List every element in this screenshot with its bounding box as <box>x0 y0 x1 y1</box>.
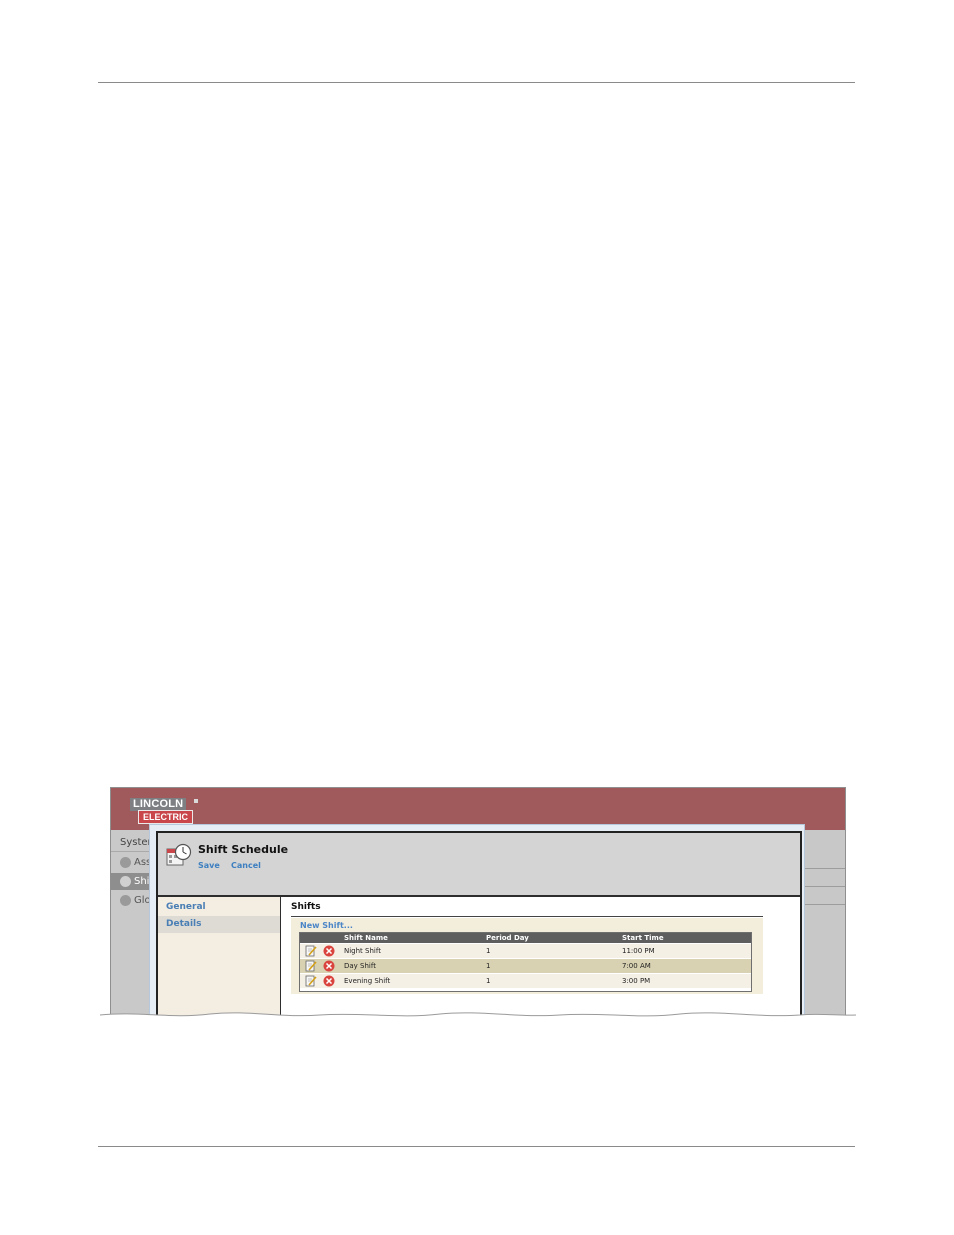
background-content-edge <box>799 830 845 1020</box>
shifts-section: Shifts New Shift... Shift Name Period Da… <box>281 897 800 1020</box>
sidebar-item-shifts[interactable]: Shi <box>111 873 151 890</box>
dialog-header: Shift Schedule Save Cancel <box>158 833 800 897</box>
shifts-table: Shift Name Period Day Start Time Night S… <box>299 932 752 992</box>
edit-icon[interactable] <box>305 960 317 972</box>
sidebar-item-global[interactable]: Glo <box>111 892 151 909</box>
nav-item-general[interactable]: General <box>158 899 280 916</box>
cell-period-day: 1 <box>486 962 491 970</box>
logo-mark <box>194 799 198 803</box>
calendar-clock-icon <box>166 843 192 866</box>
page-header-rule <box>98 82 855 83</box>
logo-line-2: ELECTRIC <box>138 810 193 824</box>
column-header-start-time[interactable]: Start Time <box>622 933 664 943</box>
divider <box>799 886 845 887</box>
section-title: Shifts <box>291 902 321 912</box>
cancel-link[interactable]: Cancel <box>231 861 261 870</box>
edit-icon[interactable] <box>305 975 317 987</box>
delete-icon[interactable] <box>323 945 335 957</box>
cell-shift-name: Night Shift <box>344 947 381 955</box>
edit-icon[interactable] <box>305 945 317 957</box>
delete-icon[interactable] <box>323 975 335 987</box>
cell-shift-name: Evening Shift <box>344 977 391 985</box>
clock-icon <box>120 875 131 887</box>
background-sidebar: System Ass Shi Glo <box>111 830 160 1020</box>
cell-start-time: 11:00 PM <box>622 947 655 955</box>
lincoln-electric-logo: LINCOLN ELECTRIC <box>130 798 202 824</box>
divider <box>799 904 845 905</box>
sidebar-item-label: Shi <box>134 876 150 887</box>
cell-period-day: 1 <box>486 947 491 955</box>
cell-start-time: 3:00 PM <box>622 977 651 985</box>
page-footer-rule <box>98 1146 855 1147</box>
shift-schedule-dialog: Shift Schedule Save Cancel General Detai… <box>149 824 805 1020</box>
link-icon <box>120 856 131 868</box>
cell-shift-name: Day Shift <box>344 962 376 970</box>
cell-start-time: 7:00 AM <box>622 962 651 970</box>
shifts-panel: New Shift... Shift Name Period Day Start… <box>291 918 763 994</box>
cell-period-day: 1 <box>486 977 491 985</box>
torn-edge <box>100 1012 856 1025</box>
new-shift-link[interactable]: New Shift... <box>300 921 353 930</box>
dialog-nav: General Details <box>158 897 281 1020</box>
sidebar-item-assets[interactable]: Ass <box>111 854 151 871</box>
divider <box>799 868 845 869</box>
table-row: Night Shift 1 11:00 PM <box>300 944 751 958</box>
nav-item-details[interactable]: Details <box>158 916 280 933</box>
table-row: Day Shift 1 7:00 AM <box>300 959 751 973</box>
delete-icon[interactable] <box>323 960 335 972</box>
globe-icon <box>120 894 131 906</box>
table-row: Evening Shift 1 3:00 PM <box>300 974 751 988</box>
section-divider <box>291 916 763 917</box>
column-header-period-day[interactable]: Period Day <box>486 933 529 943</box>
save-link[interactable]: Save <box>198 861 220 870</box>
app-screenshot: LINCOLN ELECTRIC System Ass Shi Glo Shif… <box>110 787 846 1020</box>
dialog-body: General Details Shifts New Shift... Shif… <box>158 897 800 1020</box>
column-header-shift-name[interactable]: Shift Name <box>344 933 388 943</box>
table-header: Shift Name Period Day Start Time <box>300 933 751 943</box>
dialog-frame: Shift Schedule Save Cancel General Detai… <box>156 831 802 1020</box>
dialog-title: Shift Schedule <box>198 843 289 856</box>
